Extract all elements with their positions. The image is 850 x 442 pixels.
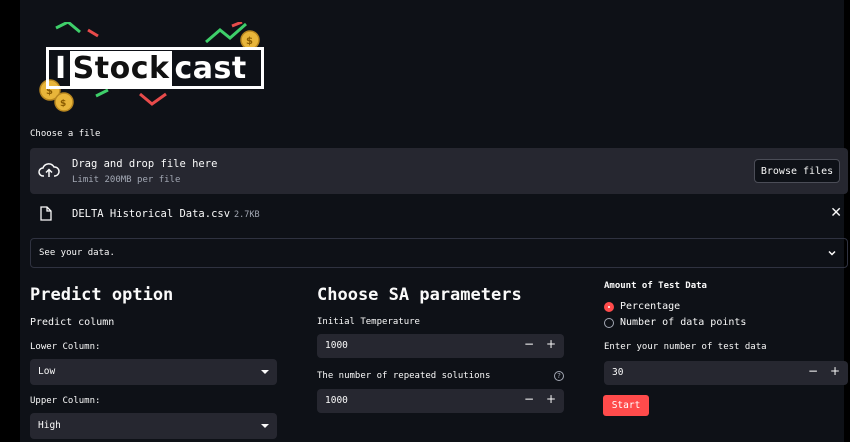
test-data-heading: Amount of Test Data: [604, 281, 707, 291]
cloud-upload-icon: [38, 163, 60, 177]
radio-data-points[interactable]: Number of data points: [604, 317, 746, 328]
left-border: [0, 0, 20, 442]
svg-text:$: $: [60, 99, 66, 109]
start-button[interactable]: Start: [603, 395, 649, 416]
browse-files-button[interactable]: Browse files: [754, 159, 840, 183]
logo: $ $ $ I Stock cast: [36, 22, 266, 114]
dropzone-limit: Limit 200MB per file: [72, 175, 181, 185]
increment-button[interactable]: +: [546, 392, 556, 406]
decrement-button[interactable]: −: [524, 392, 534, 406]
remove-file-icon[interactable]: ✕: [830, 205, 842, 221]
decrement-button[interactable]: −: [524, 337, 534, 351]
file-icon: [40, 206, 52, 221]
app-window: $ $ $ I Stock cast Choose a file Drag an…: [0, 0, 850, 442]
lower-column-label: Lower Column:: [30, 342, 101, 352]
caret-down-icon: [261, 424, 269, 428]
see-data-expander[interactable]: See your data.: [30, 238, 848, 268]
file-name-text: DELTA Historical Data.csv 2.7KB: [72, 208, 260, 220]
help-icon[interactable]: ?: [554, 371, 564, 381]
radio-unselected-icon: [604, 317, 614, 328]
logo-text-post: cast: [174, 50, 247, 86]
radio-percentage-label: Percentage: [620, 301, 681, 312]
radio-percentage[interactable]: Percentage: [604, 301, 680, 312]
file-uploader-label: Choose a file: [30, 129, 101, 139]
lower-column-select[interactable]: Low: [30, 359, 277, 385]
file-size: 2.7KB: [234, 210, 260, 220]
decrement-button[interactable]: −: [808, 364, 818, 378]
chevron-down-icon: [828, 250, 836, 256]
initial-temperature-value: 1000: [325, 340, 348, 351]
repeated-solutions-input[interactable]: 1000 − +: [317, 389, 564, 413]
initial-temperature-label: Initial Temperature: [317, 317, 420, 327]
file-name: DELTA Historical Data.csv: [72, 208, 231, 220]
svg-text:$: $: [246, 36, 253, 47]
logo-text-highlight: Stock: [69, 50, 173, 86]
file-dropzone[interactable]: Drag and drop file here Limit 200MB per …: [30, 148, 848, 194]
repeated-solutions-label: The number of repeated solutions: [317, 371, 491, 381]
caret-down-icon: [261, 370, 269, 374]
logo-text-pre: I: [55, 50, 67, 86]
predict-column-label: Predict column: [30, 317, 115, 328]
initial-temperature-input[interactable]: 1000 − +: [317, 334, 564, 358]
predict-option-heading: Predict option: [30, 285, 174, 305]
radio-data-points-label: Number of data points: [620, 317, 747, 328]
repeated-solutions-value: 1000: [325, 395, 348, 406]
test-data-value: 30: [612, 367, 624, 378]
uploaded-file-row: DELTA Historical Data.csv 2.7KB ✕: [30, 200, 848, 228]
lower-column-value: Low: [38, 366, 56, 377]
logo-wordmark: I Stock cast: [46, 47, 264, 89]
expander-label: See your data.: [39, 248, 115, 258]
upper-column-select[interactable]: High: [30, 413, 277, 439]
increment-button[interactable]: +: [830, 364, 840, 378]
upper-column-label: Upper Column:: [30, 396, 101, 406]
dropzone-title: Drag and drop file here: [72, 158, 218, 170]
upper-column-value: High: [38, 420, 61, 431]
radio-selected-icon: [604, 301, 614, 312]
sa-parameters-heading: Choose SA parameters: [317, 285, 522, 305]
increment-button[interactable]: +: [546, 337, 556, 351]
test-data-input-label: Enter your number of test data: [604, 342, 767, 352]
test-data-input[interactable]: 30 − +: [604, 361, 848, 385]
